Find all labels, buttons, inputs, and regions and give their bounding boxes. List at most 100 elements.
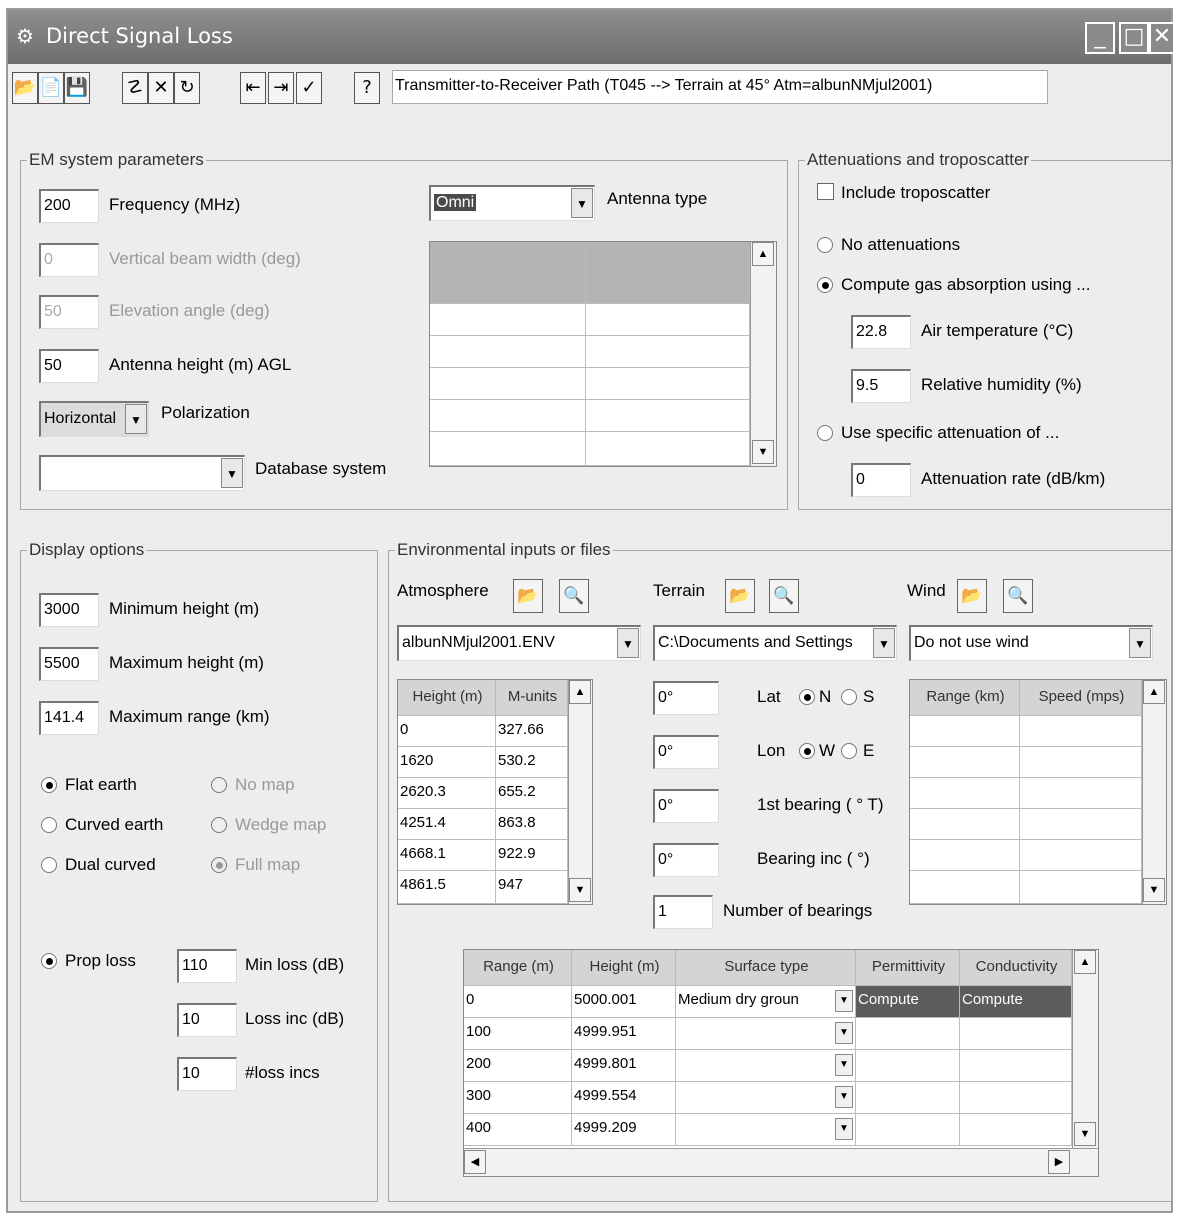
chevron-down-icon[interactable]: ▼: [873, 628, 895, 658]
wind-cell[interactable]: [1020, 871, 1142, 904]
terrain-cell[interactable]: [856, 1018, 960, 1050]
wind-cell[interactable]: [1020, 747, 1142, 778]
atm-cell[interactable]: 0: [398, 716, 496, 747]
loss-count-input[interactable]: 10: [177, 1057, 237, 1091]
number-bearings-input[interactable]: 1: [653, 895, 713, 929]
terrain-view-icon[interactable]: 🔍: [769, 579, 799, 613]
import-icon[interactable]: ⇤: [240, 72, 266, 104]
wind-cell[interactable]: [1020, 840, 1142, 871]
terrain-cell[interactable]: 4999.209: [572, 1114, 676, 1146]
atmosphere-scrollbar[interactable]: ▲ ▼: [568, 680, 592, 904]
pattern-scrollbar[interactable]: ▲ ▼: [750, 242, 776, 466]
database-select[interactable]: ▼: [39, 455, 245, 491]
no-attenuation-radio[interactable]: [817, 237, 833, 253]
scroll-up-icon[interactable]: ▲: [1074, 950, 1096, 974]
atm-cell[interactable]: 4861.5: [398, 871, 496, 904]
terrain-cell[interactable]: Compute: [960, 986, 1072, 1018]
surface-type-select[interactable]: ▼: [676, 1018, 856, 1050]
wind-cell[interactable]: [910, 778, 1020, 809]
terrain-cell[interactable]: 4999.951: [572, 1018, 676, 1050]
wind-cell[interactable]: [910, 716, 1020, 747]
scroll-down-icon[interactable]: ▼: [1074, 1122, 1096, 1146]
wind-cell[interactable]: [910, 871, 1020, 904]
chevron-down-icon[interactable]: ▼: [835, 1022, 853, 1044]
antenna-type-select[interactable]: Omni ▼: [429, 185, 595, 221]
terrain-cell[interactable]: 200: [464, 1050, 572, 1082]
pattern-cell[interactable]: [586, 368, 750, 400]
maximize-button[interactable]: □: [1119, 22, 1149, 54]
terrain-cell[interactable]: 4999.554: [572, 1082, 676, 1114]
max-height-input[interactable]: 5500: [39, 647, 99, 681]
pattern-cell[interactable]: [586, 432, 750, 466]
atm-cell[interactable]: 530.2: [496, 747, 568, 778]
terrain-cell[interactable]: [960, 1082, 1072, 1114]
clear-icon[interactable]: ✓: [296, 72, 322, 104]
scroll-down-icon[interactable]: ▼: [1143, 878, 1165, 902]
north-radio[interactable]: [799, 689, 815, 705]
polarization-select[interactable]: Horizontal ▼: [39, 401, 149, 437]
chevron-down-icon[interactable]: ▼: [835, 990, 853, 1012]
atm-cell[interactable]: 922.9: [496, 840, 568, 871]
atm-cell[interactable]: 327.66: [496, 716, 568, 747]
scroll-left-icon[interactable]: ◀: [464, 1150, 486, 1174]
scroll-down-icon[interactable]: ▼: [752, 440, 774, 464]
surface-type-select[interactable]: ▼: [676, 1114, 856, 1146]
gas-absorption-radio[interactable]: [817, 277, 833, 293]
antenna-pattern-table[interactable]: ▲ ▼: [429, 241, 777, 467]
terrain-vscrollbar[interactable]: ▲ ▼: [1072, 950, 1098, 1148]
attenuation-rate-input[interactable]: 0: [851, 463, 911, 497]
scroll-down-icon[interactable]: ▼: [569, 878, 591, 902]
terrain-cell[interactable]: 5000.001: [572, 986, 676, 1018]
atm-cell[interactable]: 4251.4: [398, 809, 496, 840]
atmosphere-open-icon[interactable]: 📂: [513, 579, 543, 613]
dual-curved-radio[interactable]: [41, 857, 57, 873]
atmosphere-table[interactable]: Height (m) M-units 0 327.66 1620 530.2 2…: [397, 679, 593, 905]
south-radio[interactable]: [841, 689, 857, 705]
pattern-cell[interactable]: [586, 304, 750, 336]
scroll-up-icon[interactable]: ▲: [569, 680, 591, 704]
wind-open-icon[interactable]: 📂: [957, 579, 987, 613]
title-bar[interactable]: ⚙ Direct Signal Loss _ □ ✕: [8, 10, 1175, 64]
atm-cell[interactable]: 1620: [398, 747, 496, 778]
terrain-cell[interactable]: 4999.801: [572, 1050, 676, 1082]
chevron-down-icon[interactable]: ▼: [835, 1054, 853, 1076]
longitude-input[interactable]: 0°: [653, 735, 719, 769]
pattern-cell[interactable]: [430, 336, 586, 368]
atmosphere-view-icon[interactable]: 🔍: [559, 579, 589, 613]
surface-type-select[interactable]: Medium dry groun ▼: [676, 986, 856, 1018]
scroll-right-icon[interactable]: ▶: [1048, 1150, 1070, 1174]
wind-cell[interactable]: [910, 809, 1020, 840]
chevron-down-icon[interactable]: ▼: [835, 1118, 853, 1140]
surface-type-select[interactable]: ▼: [676, 1050, 856, 1082]
terrain-cell[interactable]: [960, 1114, 1072, 1146]
flat-earth-radio[interactable]: [41, 777, 57, 793]
terrain-cell[interactable]: Compute: [856, 986, 960, 1018]
wind-cell[interactable]: [910, 747, 1020, 778]
wind-cell[interactable]: [1020, 716, 1142, 747]
terrain-cell[interactable]: [960, 1018, 1072, 1050]
antenna-height-input[interactable]: 50: [39, 349, 99, 383]
wind-scrollbar[interactable]: ▲ ▼: [1142, 680, 1166, 904]
chevron-down-icon[interactable]: ▼: [835, 1086, 853, 1108]
chevron-down-icon[interactable]: ▼: [571, 188, 593, 218]
delete-icon[interactable]: ✕: [148, 72, 174, 104]
terrain-file-select[interactable]: C:\Documents and Settings ▼: [653, 625, 897, 661]
atmosphere-file-select[interactable]: albunNMjul2001.ENV ▼: [397, 625, 641, 661]
min-loss-input[interactable]: 110: [177, 949, 237, 983]
terrain-cell[interactable]: 100: [464, 1018, 572, 1050]
chevron-down-icon[interactable]: ▼: [125, 404, 147, 434]
pattern-cell[interactable]: [430, 400, 586, 432]
pattern-cell[interactable]: [586, 336, 750, 368]
chevron-down-icon[interactable]: ▼: [221, 458, 243, 488]
wind-table[interactable]: Range (km) Speed (mps) ▲ ▼: [909, 679, 1167, 905]
wind-cell[interactable]: [1020, 778, 1142, 809]
terrain-open-icon[interactable]: 📂: [725, 579, 755, 613]
specific-attenuation-radio[interactable]: [817, 425, 833, 441]
atm-cell[interactable]: 947: [496, 871, 568, 904]
wind-cell[interactable]: [1020, 809, 1142, 840]
air-temperature-input[interactable]: 22.8: [851, 315, 911, 349]
min-height-input[interactable]: 3000: [39, 593, 99, 627]
minimize-button[interactable]: _: [1085, 22, 1115, 54]
terrain-cell[interactable]: 300: [464, 1082, 572, 1114]
scroll-up-icon[interactable]: ▲: [752, 242, 774, 266]
